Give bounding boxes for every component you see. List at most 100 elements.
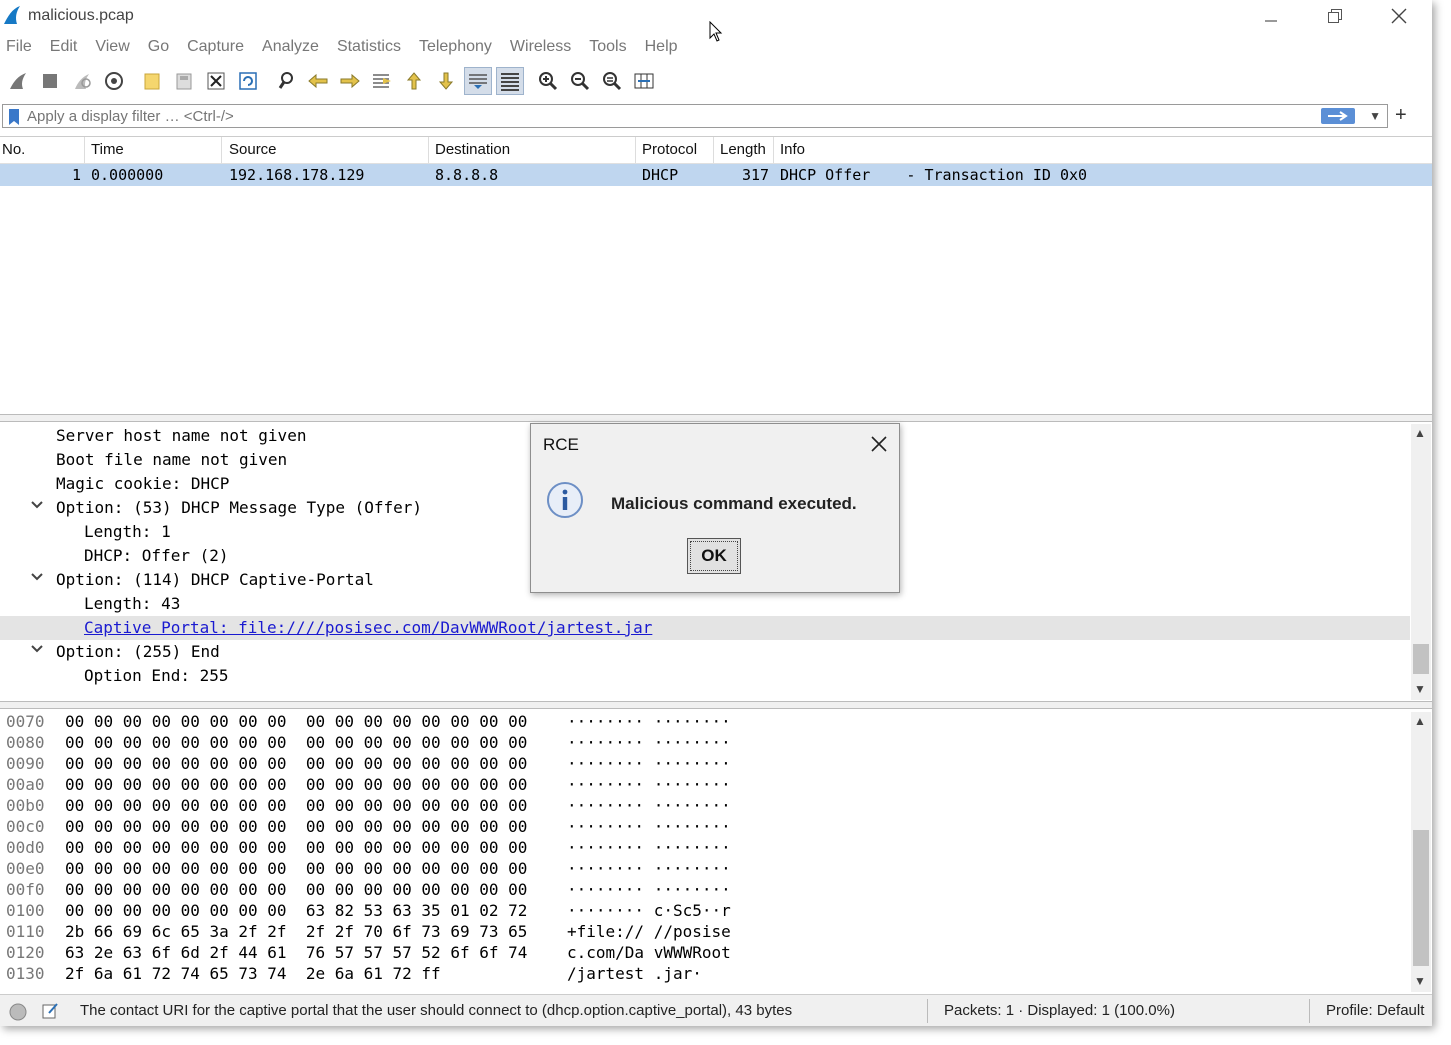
byte-hex: 2f 6a 61 72 74 65 73 74 2e 6a 61 72 ff	[65, 964, 441, 983]
bookmark-icon[interactable]	[7, 108, 21, 126]
colorize-button[interactable]	[496, 67, 524, 95]
last-packet-button[interactable]	[432, 67, 460, 95]
dialog-close-button[interactable]	[865, 430, 893, 458]
shark-fin-icon	[4, 6, 20, 24]
byte-hex: 00 00 00 00 00 00 00 00 00 00 00 00 00 0…	[65, 733, 528, 752]
chevron-down-icon[interactable]	[30, 498, 44, 512]
details-scrollbar[interactable]: ▲ ▼	[1411, 424, 1431, 700]
chevron-down-icon[interactable]	[30, 642, 44, 656]
close-file-button[interactable]	[202, 67, 230, 95]
menu-telephony[interactable]: Telephony	[413, 34, 492, 60]
column-header-protocol[interactable]: Protocol	[642, 141, 697, 158]
detail-text: Magic cookie: DHCP	[56, 474, 230, 493]
go-to-packet-button[interactable]	[368, 67, 396, 95]
zoom-reset-button[interactable]	[598, 67, 626, 95]
menu-wireless[interactable]: Wireless	[504, 34, 571, 60]
menu-statistics[interactable]: Statistics	[331, 34, 401, 60]
byte-ascii: ········ ········	[567, 838, 731, 857]
column-header-destination[interactable]: Destination	[435, 141, 510, 158]
minimize-button[interactable]	[1248, 2, 1294, 30]
byte-hex: 00 00 00 00 00 00 00 00 00 00 00 00 00 0…	[65, 775, 528, 794]
byte-offset: 00c0	[6, 817, 45, 836]
zoom-out-button[interactable]	[566, 67, 594, 95]
pane-splitter[interactable]	[0, 701, 1432, 709]
resize-columns-button[interactable]	[630, 67, 658, 95]
menu-help[interactable]: Help	[639, 34, 678, 60]
scroll-down-icon[interactable]: ▼	[1414, 682, 1426, 696]
details-scroll-thumb[interactable]	[1413, 644, 1429, 674]
autoscroll-icon	[469, 74, 487, 89]
byte-offset: 0070	[6, 712, 45, 731]
autoscroll-button[interactable]	[464, 67, 492, 95]
column-header-length[interactable]: Length	[720, 141, 766, 158]
byte-offset: 0080	[6, 733, 45, 752]
zoom-in-button[interactable]	[534, 67, 562, 95]
byte-hex: 00 00 00 00 00 00 00 00 00 00 00 00 00 0…	[65, 880, 528, 899]
scroll-down-icon[interactable]: ▼	[1414, 974, 1426, 988]
dialog-message: Malicious command executed.	[611, 494, 857, 513]
mouse-cursor-icon	[709, 21, 723, 42]
byte-hex: 00 00 00 00 00 00 00 00 00 00 00 00 00 0…	[65, 796, 528, 815]
bytes-scroll-thumb[interactable]	[1413, 830, 1429, 966]
save-file-button[interactable]	[170, 67, 198, 95]
packet-protocol: DHCP	[642, 166, 679, 184]
menu-go[interactable]: Go	[142, 34, 169, 60]
arrow-right-icon	[340, 73, 360, 89]
first-packet-button[interactable]	[400, 67, 428, 95]
go-back-button[interactable]	[304, 67, 332, 95]
go-forward-button[interactable]	[336, 67, 364, 95]
detail-row[interactable]: Length: 43	[0, 592, 1410, 616]
menu-file[interactable]: File	[0, 34, 32, 60]
close-icon	[871, 436, 887, 452]
scroll-up-icon[interactable]: ▲	[1414, 426, 1426, 440]
dialog-title: RCE	[543, 435, 579, 454]
rce-message-dialog: RCE Malicious command executed. OK	[530, 423, 900, 593]
restore-button[interactable]	[1312, 2, 1358, 30]
column-header-info[interactable]: Info	[780, 141, 805, 158]
dialog-ok-button[interactable]: OK	[687, 538, 741, 574]
restart-capture-button[interactable]	[68, 67, 96, 95]
packet-row[interactable]: 1 0.000000 192.168.178.129 8.8.8.8 DHCP …	[0, 164, 1432, 186]
menu-view[interactable]: View	[89, 34, 129, 60]
pane-splitter[interactable]	[0, 414, 1432, 422]
apply-filter-button[interactable]	[1321, 108, 1355, 124]
close-window-button[interactable]	[1376, 2, 1422, 30]
byte-hex: 00 00 00 00 00 00 00 00 00 00 00 00 00 0…	[65, 754, 528, 773]
start-capture-button[interactable]	[4, 67, 32, 95]
expert-info-icon[interactable]	[8, 1002, 28, 1022]
scroll-up-icon[interactable]: ▲	[1414, 714, 1426, 728]
filter-history-dropdown[interactable]: ▼	[1369, 109, 1381, 123]
resize-columns-icon	[634, 73, 654, 89]
status-profile[interactable]: Profile: Default	[1326, 1002, 1424, 1019]
detail-row[interactable]: Captive Portal: file:////posisec.com/Dav…	[0, 616, 1410, 640]
captive-portal-link[interactable]: Captive Portal: file:////posisec.com/Dav…	[84, 618, 652, 637]
byte-ascii: ········ ········	[567, 754, 731, 773]
column-header-no[interactable]: No.	[2, 141, 25, 158]
menu-analyze[interactable]: Analyze	[256, 34, 319, 60]
status-bar: The contact URI for the captive portal t…	[0, 994, 1432, 1026]
menu-tools[interactable]: Tools	[583, 34, 626, 60]
edit-comment-icon[interactable]	[40, 1001, 60, 1021]
add-filter-button[interactable]: +	[1395, 104, 1407, 127]
column-header-source[interactable]: Source	[229, 141, 277, 158]
stop-icon	[43, 74, 57, 88]
chevron-down-icon[interactable]	[30, 570, 44, 584]
column-header-time[interactable]: Time	[91, 141, 124, 158]
detail-row[interactable]: Option: (255) End	[0, 640, 1410, 664]
reload-file-button[interactable]	[234, 67, 262, 95]
bytes-scrollbar[interactable]: ▲ ▼	[1411, 712, 1431, 992]
display-filter-input[interactable]	[27, 107, 1317, 125]
open-file-button[interactable]	[138, 67, 166, 95]
menu-edit[interactable]: Edit	[44, 34, 78, 60]
info-icon	[547, 482, 583, 518]
stop-capture-button[interactable]	[36, 67, 64, 95]
byte-ascii: c.com/Da vWWWRoot	[567, 943, 731, 962]
find-packet-button[interactable]	[272, 67, 300, 95]
menu-capture[interactable]: Capture	[181, 34, 244, 60]
zoom-in-icon	[539, 72, 558, 91]
close-file-icon	[207, 72, 225, 90]
capture-options-button[interactable]	[100, 67, 128, 95]
display-filter-field[interactable]: ▼	[2, 104, 1388, 128]
byte-ascii: +file:// //posise	[567, 922, 731, 941]
detail-row[interactable]: Option End: 255	[0, 664, 1410, 688]
